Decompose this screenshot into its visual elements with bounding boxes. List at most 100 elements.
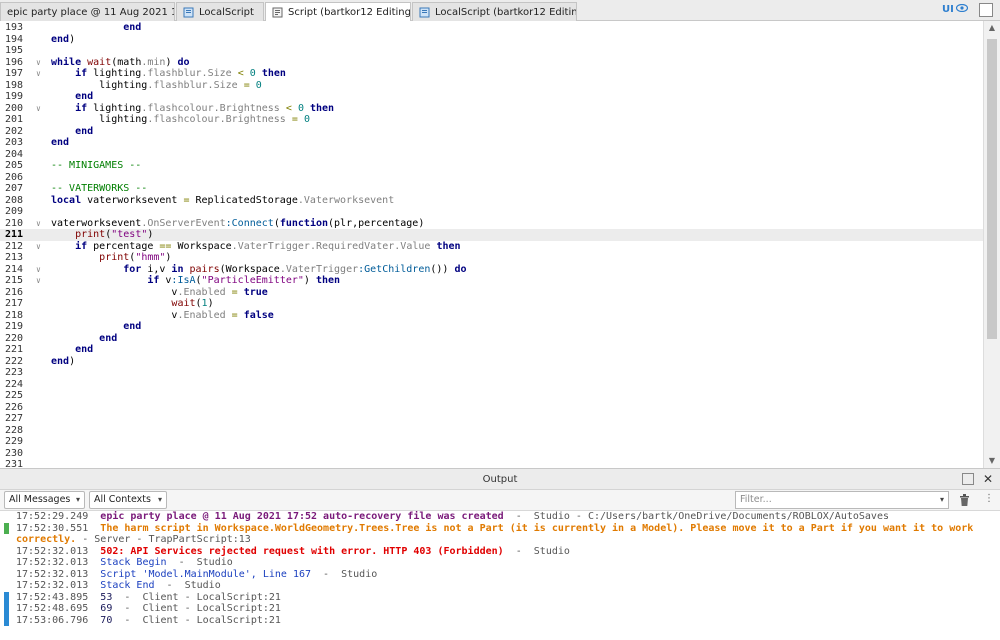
contexts-filter-dropdown[interactable]: All Contexts ▾ (89, 491, 167, 509)
code-line[interactable]: 194 end) (0, 34, 983, 46)
log-entry[interactable]: 17:52:32.013 Stack Begin - Studio (0, 557, 1000, 569)
messages-filter-dropdown[interactable]: All Messages ▾ (4, 491, 85, 509)
code-line[interactable]: 210 ∨ vaterworksevent.OnServerEvent:Connec… (0, 218, 983, 230)
code-line[interactable]: 224 (0, 379, 983, 391)
code-line[interactable]: 225 (0, 390, 983, 402)
log-timestamp: 17:52:32.013 (16, 545, 101, 557)
log-entry[interactable]: 17:53:06.796 70 - Client - LocalScript:2… (0, 614, 1000, 626)
fold-chevron-icon[interactable]: ∨ (36, 264, 41, 276)
document-tab-bar: epic party place @ 11 Aug 2021 17:52 ✕ L… (0, 0, 1000, 22)
fold-chevron-icon[interactable]: ∨ (36, 57, 41, 69)
log-timestamp: 17:52:32.013 (16, 580, 101, 591)
ui-visibility-toggle[interactable]: UI (942, 3, 968, 15)
undock-icon[interactable] (962, 473, 974, 485)
more-options-icon[interactable]: ⋮ (984, 493, 994, 504)
code-line[interactable]: 211 print("test") (0, 229, 983, 241)
code-line[interactable]: 229 (0, 436, 983, 448)
code-line[interactable]: 230 (0, 448, 983, 460)
log-entry[interactable]: 17:52:32.013 Script 'Model.MainModule', … (0, 569, 1000, 581)
undock-icon[interactable] (979, 3, 993, 17)
fold-chevron-icon[interactable]: ∨ (36, 68, 41, 80)
log-source-marker (4, 603, 9, 615)
line-number: 215 (5, 275, 24, 286)
trash-icon[interactable] (958, 493, 971, 507)
code-line[interactable]: 222 end) (0, 356, 983, 368)
code-line[interactable]: 195 (0, 45, 983, 57)
line-number: 197 (5, 68, 24, 79)
line-number: 209 (5, 206, 24, 217)
line-number: 223 (5, 367, 24, 378)
editor-scrollbar[interactable]: ▲ ▼ (983, 21, 1000, 468)
code-text: -- VATERWORKS -- (51, 183, 148, 194)
localscript-icon (419, 7, 430, 18)
code-line[interactable]: 199 end (0, 91, 983, 103)
log-source: - Client - LocalScript:21 (112, 591, 281, 603)
line-number: 226 (5, 401, 24, 413)
code-line[interactable]: 214 ∨ for i,v in pairs(Workspace.VaterTri… (0, 264, 983, 276)
log-timestamp: 17:53:06.796 (16, 614, 101, 626)
log-entry[interactable]: 17:52:30.551 The harm script in Workspac… (0, 522, 1000, 546)
code-line[interactable]: 216 v.Enabled = true (0, 287, 983, 299)
code-text: lighting.flashcolour.Brightness = 0 (51, 114, 310, 125)
tab-label: Script (bartkor12 Editing) (288, 7, 411, 18)
log-source: - Client - LocalScript:21 (112, 603, 281, 614)
code-line[interactable]: 193 end (0, 22, 983, 34)
tab-localscript-editing[interactable]: LocalScript (bartkor12 Editing) ✕ (412, 2, 577, 21)
code-line[interactable]: 213 print("hmm") (0, 252, 983, 264)
code-line[interactable]: 203 end (0, 137, 983, 149)
code-line[interactable]: 200 ∨ if lighting.flashcolour.Brightness … (0, 103, 983, 115)
code-line[interactable]: 219 end (0, 321, 983, 333)
code-line[interactable]: 197 ∨ if lighting.flashblur.Size < 0 then (0, 68, 983, 80)
code-line[interactable]: 208 local vaterworksevent = ReplicatedSto… (0, 195, 983, 207)
code-line[interactable]: 215 ∨ if v:IsA("ParticleEmitter") then (0, 275, 983, 287)
output-log[interactable]: 17:52:29.249 epic party place @ 11 Aug 2… (0, 511, 1000, 640)
code-line[interactable]: 212 ∨ if percentage == Workspace.VaterTri… (0, 241, 983, 253)
tab-localscript[interactable]: LocalScript ✕ (176, 2, 264, 21)
code-line[interactable]: 202 end (0, 126, 983, 138)
scroll-down-icon[interactable]: ▼ (984, 454, 1000, 468)
fold-chevron-icon[interactable]: ∨ (36, 103, 41, 115)
fold-chevron-icon[interactable]: ∨ (36, 241, 41, 253)
code-line[interactable]: 228 (0, 425, 983, 437)
code-line[interactable]: 198 lighting.flashblur.Size = 0 (0, 80, 983, 92)
log-entry[interactable]: 17:52:29.249 epic party place @ 11 Aug 2… (0, 511, 1000, 523)
scroll-up-icon[interactable]: ▲ (984, 21, 1000, 35)
log-entry[interactable]: 17:52:32.013 502: API Services rejected … (0, 546, 1000, 558)
log-entry[interactable]: 17:52:43.895 53 - Client - LocalScript:2… (0, 591, 1000, 603)
code-line[interactable]: 220 end (0, 333, 983, 345)
log-entry[interactable]: 17:52:48.695 69 - Client - LocalScript:2… (0, 603, 1000, 615)
code-lines[interactable]: 193 end 194 end) 195 196 ∨ while wait(math.min… (0, 22, 983, 471)
output-panel-header: Output ✕ (0, 468, 1000, 490)
code-line[interactable]: 205 -- MINIGAMES -- (0, 160, 983, 172)
code-line[interactable]: 227 (0, 413, 983, 425)
code-line[interactable]: 217 wait(1) (0, 298, 983, 310)
code-text: vaterworksevent.OnServerEvent:Connect(fu… (51, 217, 425, 229)
scrollbar-thumb[interactable] (987, 39, 997, 339)
code-text: end (75, 125, 94, 137)
line-number: 201 (5, 114, 24, 125)
code-line[interactable]: 226 (0, 402, 983, 414)
script-editor[interactable]: 193 end 194 end) 195 196 ∨ while wait(math.min… (0, 21, 1000, 471)
ui-label: UI (942, 4, 954, 15)
log-timestamp: 17:52:29.249 (16, 511, 101, 522)
log-timestamp: 17:52:48.695 (16, 603, 101, 614)
code-line[interactable]: 196 ∨ while wait(math.min) do (0, 57, 983, 69)
code-line[interactable]: 221 end (0, 344, 983, 356)
log-entry[interactable]: 17:52:32.013 Stack End - Studio (0, 580, 1000, 592)
fold-chevron-icon[interactable]: ∨ (36, 218, 41, 230)
code-line[interactable]: 218 v.Enabled = false (0, 310, 983, 322)
close-icon[interactable]: ✕ (983, 469, 993, 490)
code-line[interactable]: 223 (0, 367, 983, 379)
code-line[interactable]: 206 (0, 172, 983, 184)
tab-place[interactable]: epic party place @ 11 Aug 2021 17:52 ✕ (0, 2, 175, 21)
tab-script-editing[interactable]: Script (bartkor12 Editing) ✕ (265, 2, 411, 22)
fold-chevron-icon[interactable]: ∨ (36, 275, 41, 287)
code-line[interactable]: 207 -- VATERWORKS -- (0, 183, 983, 195)
filter-input[interactable]: Filter... ▾ (735, 491, 949, 509)
close-icon[interactable]: ✕ (262, 7, 263, 18)
line-number: 202 (5, 125, 24, 137)
code-line[interactable]: 201 lighting.flashcolour.Brightness = 0 (0, 114, 983, 126)
code-line[interactable]: 204 (0, 149, 983, 161)
code-line[interactable]: 209 (0, 206, 983, 218)
output-title: Output (482, 474, 518, 485)
